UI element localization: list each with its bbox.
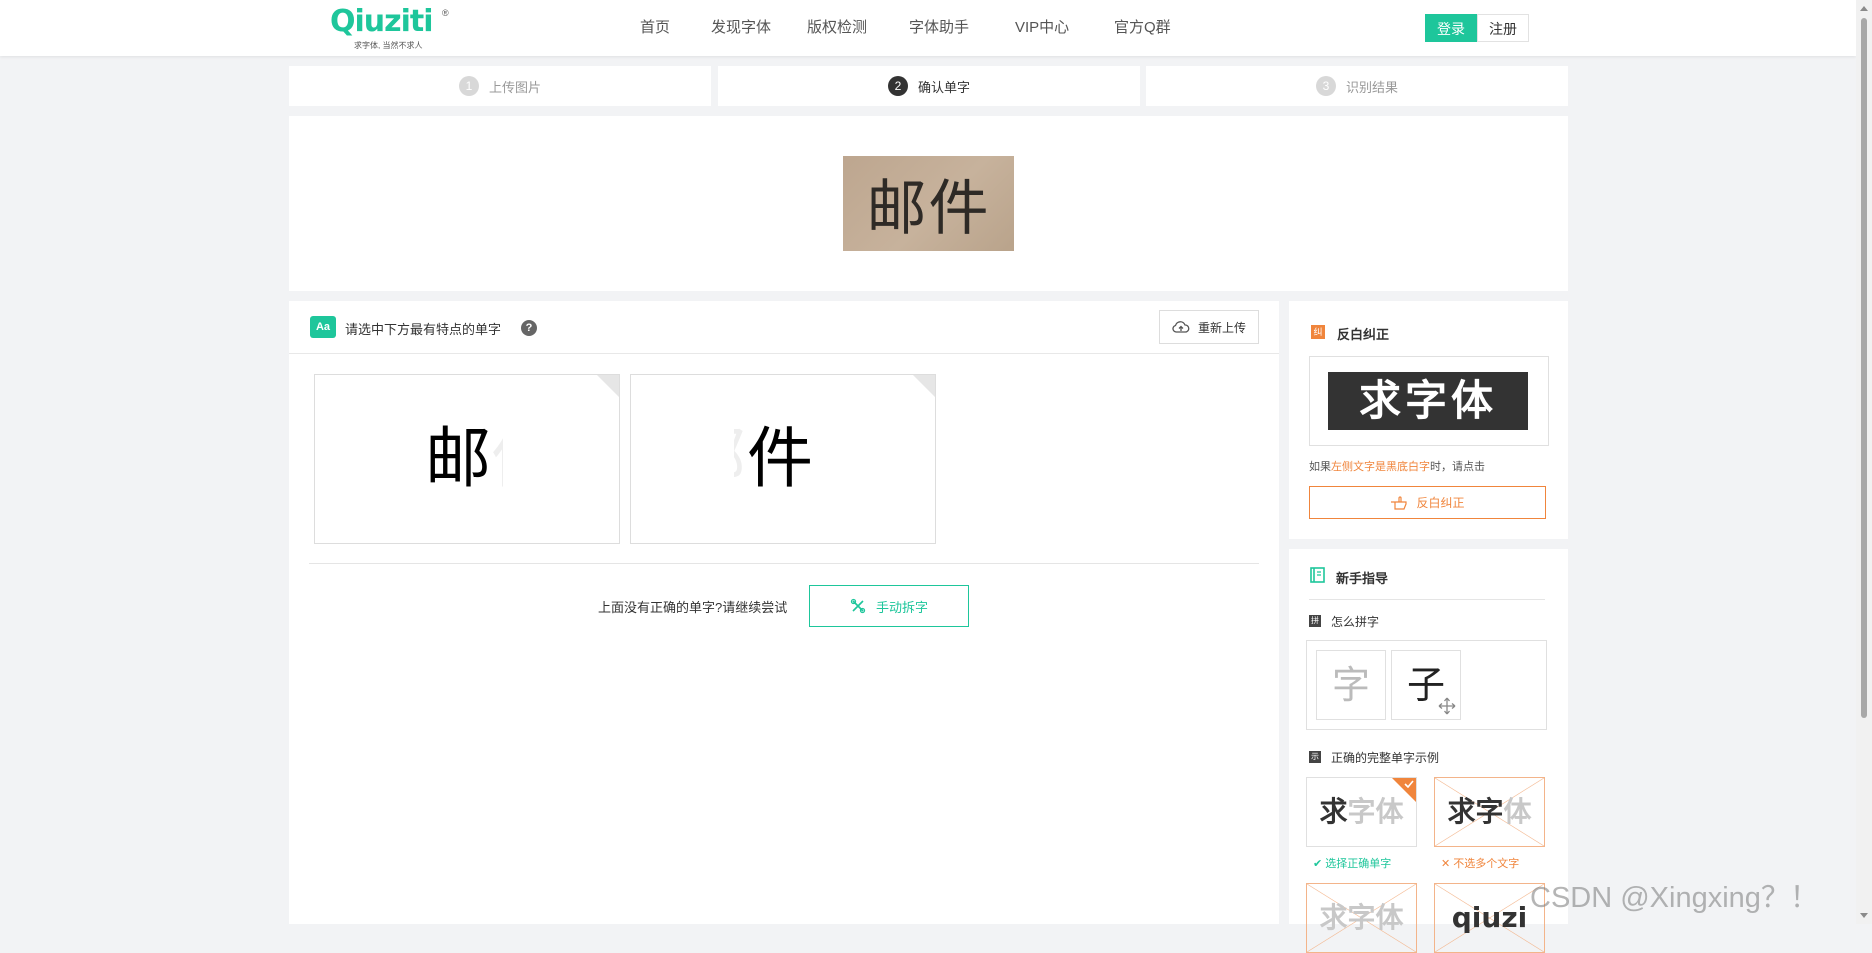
uploaded-preview-panel: 邮件 xyxy=(289,116,1568,291)
step-confirm-char: 2 确认单字 xyxy=(718,66,1140,106)
howto-tile-after: 子 xyxy=(1391,650,1461,720)
page-scrollbar[interactable] xyxy=(1856,0,1872,924)
book-icon xyxy=(1310,567,1325,583)
example-wrong-tile: qiuzi xyxy=(1434,883,1545,953)
example-title: 正确的完整单字示例 xyxy=(1331,751,1440,765)
char-glyph: 邮 xyxy=(425,420,491,497)
cross-mark-icon: ✕ xyxy=(1441,858,1451,870)
invert-demo-image: 求字体 xyxy=(1328,372,1528,430)
manual-split-button[interactable]: 手动拆字 xyxy=(809,585,969,627)
guide-title: 新手指导 xyxy=(1336,571,1389,586)
scroll-up-arrow-icon[interactable] xyxy=(1860,6,1868,11)
char-candidate-card[interactable]: 邮 件 xyxy=(314,374,620,544)
good-label-text: 选择正确单字 xyxy=(1325,858,1392,870)
site-logo[interactable]: Qiuziti ® 求字体, 当然不求人 xyxy=(330,4,455,52)
char-candidate-card[interactable]: 邮 件 xyxy=(630,374,936,544)
char-selection-panel: Aa 请选中下方最有特点的单字 ? 重新上传 邮 件 邮 件 上面没有正确的单字… xyxy=(289,301,1279,924)
howto-tile-before: 字 xyxy=(1316,650,1386,720)
nav-discover-fonts[interactable]: 发现字体 xyxy=(711,0,807,56)
step-number: 2 xyxy=(887,76,908,96)
register-button[interactable]: 注册 xyxy=(1477,14,1529,42)
main-nav: 首页 发现字体 版权检测 字体助手 VIP中心 官方Q群 xyxy=(640,0,1184,56)
retry-text: 上面没有正确的单字?请继续尝试 xyxy=(598,600,788,615)
example-wrong-tile: 求字体 xyxy=(1306,883,1417,953)
csdn-watermark: CSDN @Xingxing？！ xyxy=(1530,882,1819,914)
char-fragment: 邮 xyxy=(734,423,746,495)
hint-prefix: 如果 xyxy=(1309,461,1331,473)
invert-correct-button[interactable]: 反白纠正 xyxy=(1309,486,1546,519)
step-label: 上传图片 xyxy=(488,79,541,95)
scroll-down-arrow-icon[interactable] xyxy=(1860,913,1868,918)
tools-icon xyxy=(850,598,866,614)
example-bad-label: ✕ 不选多个文字 xyxy=(1441,855,1519,871)
howto-title: 怎么拼字 xyxy=(1331,615,1380,629)
correction-title: 反白纠正 xyxy=(1337,327,1390,342)
login-button[interactable]: 登录 xyxy=(1425,14,1477,42)
step-label: 识别结果 xyxy=(1345,79,1398,95)
cloud-upload-icon xyxy=(1172,321,1190,333)
help-icon[interactable]: ? xyxy=(521,320,537,336)
card-corner-icon xyxy=(597,375,619,397)
example-good-label: ✔ 选择正确单字 xyxy=(1313,855,1391,871)
selection-title: 请选中下方最有特点的单字 xyxy=(345,322,502,337)
reupload-button[interactable]: 重新上传 xyxy=(1159,310,1259,344)
example-rest-chars: 体 xyxy=(1503,795,1532,828)
example-main-char: 求字 xyxy=(1447,795,1504,828)
nav-qq-group[interactable]: 官方Q群 xyxy=(1114,0,1184,56)
reupload-label: 重新上传 xyxy=(1197,320,1246,335)
nav-vip-center[interactable]: VIP中心 xyxy=(1015,0,1114,56)
beginner-guide-panel: 新手指导 拼 怎么拼字 字 子 示 正确的完整单字示例 求字体 求字体 ✔ 选择… xyxy=(1289,549,1568,953)
logo-registered-mark: ® xyxy=(442,8,449,18)
manual-split-label: 手动拆字 xyxy=(875,599,928,615)
top-header: Qiuziti ® 求字体, 当然不求人 首页 发现字体 版权检测 字体助手 V… xyxy=(0,0,1856,56)
example-main-char: 求 xyxy=(1319,795,1348,828)
step-label: 确认单字 xyxy=(917,79,970,95)
bad-label-text: 不选多个文字 xyxy=(1453,858,1520,870)
example-icon: 示 xyxy=(1309,751,1321,763)
font-aa-icon: Aa xyxy=(310,316,336,338)
section-divider xyxy=(309,563,1259,564)
check-mark-icon: ✔ xyxy=(1313,858,1323,870)
scrollbar-thumb[interactable] xyxy=(1861,18,1867,718)
step-upload-image: 1 上传图片 xyxy=(289,66,711,106)
example-main-char: 求字 xyxy=(1319,901,1376,934)
step-number: 3 xyxy=(1315,76,1336,96)
pointing-hand-icon xyxy=(1391,495,1408,510)
nav-font-assistant[interactable]: 字体助手 xyxy=(909,0,1015,56)
howto-demo-box: 字 子 xyxy=(1306,640,1547,730)
char-glyph: 件 xyxy=(747,420,813,497)
invert-correct-label: 反白纠正 xyxy=(1416,496,1465,510)
guide-divider xyxy=(1309,599,1545,600)
step-result: 3 识别结果 xyxy=(1146,66,1568,106)
example-wrong-tile: 求字体 xyxy=(1434,777,1545,847)
invert-correction-panel: 纠 反白纠正 求字体 如果左侧文字是黑底白字时，请点击 反白纠正 xyxy=(1289,301,1568,539)
hint-highlight: 左侧文字是黑底白字 xyxy=(1331,461,1430,473)
card-corner-icon xyxy=(913,375,935,397)
howto-icon: 拼 xyxy=(1309,615,1321,627)
correction-icon: 纠 xyxy=(1311,325,1325,339)
logo-tagline: 求字体, 当然不求人 xyxy=(354,41,423,50)
invert-demo-box: 求字体 xyxy=(1309,356,1549,446)
hint-suffix: 时，请点击 xyxy=(1430,461,1485,473)
char-fragment: 件 xyxy=(491,423,503,495)
nav-copyright-check[interactable]: 版权检测 xyxy=(807,0,909,56)
check-icon xyxy=(1404,780,1414,788)
nav-home[interactable]: 首页 xyxy=(640,0,711,56)
logo-text: Qiuziti xyxy=(330,4,434,39)
move-cursor-icon xyxy=(1438,697,1456,715)
selection-header: Aa 请选中下方最有特点的单字 ? 重新上传 xyxy=(289,301,1279,354)
example-rest-chars: 体 xyxy=(1375,901,1404,934)
example-correct-tile: 求字体 xyxy=(1306,777,1417,847)
step-number: 1 xyxy=(458,76,479,96)
example-main-char: qiuzi xyxy=(1451,901,1528,934)
invert-hint: 如果左侧文字是黑底白字时，请点击 xyxy=(1309,458,1485,474)
uploaded-image: 邮件 xyxy=(843,156,1014,251)
